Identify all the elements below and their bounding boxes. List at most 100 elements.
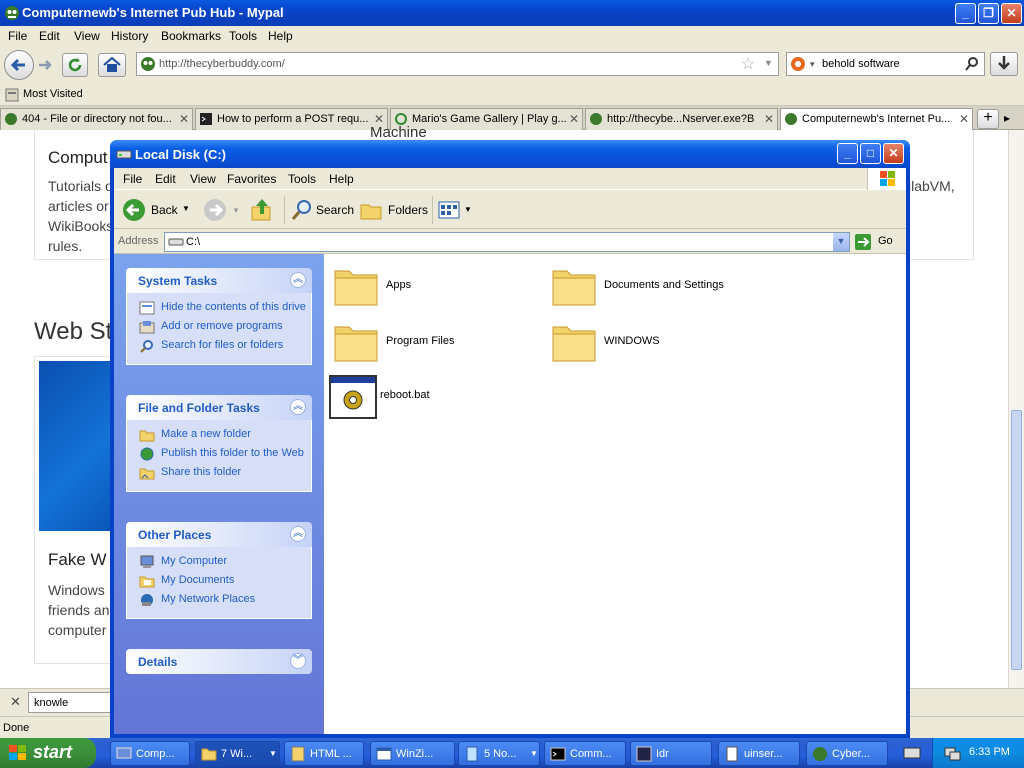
tab-close-icon[interactable]: ✕ <box>764 112 774 126</box>
search-engine-dropdown-icon[interactable]: ▾ <box>810 59 815 70</box>
back-button[interactable] <box>4 50 34 80</box>
find-input[interactable]: knowle <box>28 692 118 713</box>
tab-close-icon[interactable]: ✕ <box>569 112 579 126</box>
tab-post-request[interactable]: How to perform a POST requ... ✕ <box>195 108 388 130</box>
taskbar-item-command-prompt[interactable]: Comm... <box>544 741 626 766</box>
views-button[interactable]: ▼ <box>436 198 472 222</box>
search-engine-icon[interactable] <box>790 56 808 72</box>
my-network-places-link[interactable]: My Network Places <box>137 593 311 606</box>
forward-button[interactable] <box>34 54 56 76</box>
explorer-search-button[interactable]: Search <box>288 196 354 224</box>
search-files-link[interactable]: Search for files or folders <box>137 339 311 353</box>
home-button[interactable] <box>98 53 126 77</box>
back-dropdown-icon[interactable]: ▼ <box>182 204 190 213</box>
up-folder-icon[interactable] <box>250 197 274 223</box>
explorer-maximize-button[interactable]: □ <box>860 143 881 164</box>
folder-apps[interactable]: Apps <box>332 264 542 314</box>
forward-disabled-icon[interactable] <box>203 198 227 222</box>
my-computer-link[interactable]: My Computer <box>137 555 311 568</box>
menu-tools[interactable]: Tools <box>229 29 257 43</box>
taskbar-item-7-windows[interactable]: 7 Wi... ▼ <box>195 741 280 766</box>
tab-nserver-exe[interactable]: http://thecybe...Nserver.exe?B ✕ <box>585 108 778 130</box>
reload-button[interactable] <box>62 53 88 77</box>
tab-404[interactable]: 404 - File or directory not fou... ✕ <box>0 108 193 130</box>
explorer-back-button[interactable]: Back ▼ <box>120 196 190 224</box>
explorer-menu-help[interactable]: Help <box>329 172 354 186</box>
keyboard-tray-icon[interactable] <box>903 745 921 761</box>
url-dropdown-icon[interactable]: ▼ <box>764 58 773 68</box>
taskbar-item-notepad[interactable]: 5 No... ▼ <box>458 741 540 766</box>
firefox-menu-bar: File Edit View History Bookmarks Tools H… <box>0 26 1024 46</box>
explorer-task-pane: System Tasks ︽ Hide the contents of this… <box>114 254 324 734</box>
explorer-title-bar[interactable]: Local Disk (C:) _ □ ✕ <box>110 140 910 168</box>
my-documents-link[interactable]: My Documents <box>137 574 311 588</box>
address-dropdown-icon[interactable]: ▼ <box>833 233 849 251</box>
menu-bookmarks[interactable]: Bookmarks <box>161 29 221 43</box>
search-input[interactable]: behold software <box>822 58 900 70</box>
details-header[interactable]: Details ︾ <box>126 649 312 674</box>
network-tray-icon[interactable] <box>943 744 961 762</box>
explorer-menu-tools[interactable]: Tools <box>288 172 316 186</box>
go-button[interactable]: Go <box>854 232 902 252</box>
search-bar[interactable]: ▾ behold software <box>786 52 985 76</box>
expand-chevron-icon[interactable]: ︾ <box>290 653 306 669</box>
menu-help[interactable]: Help <box>268 29 293 43</box>
start-button[interactable]: start <box>0 738 96 768</box>
most-visited-link[interactable]: Most Visited <box>23 88 83 100</box>
explorer-menu-file[interactable]: File <box>123 172 142 186</box>
tab-computernewb-pub-hub[interactable]: Computernewb's Internet Pu... ✕ <box>780 108 973 131</box>
page-card-image[interactable] <box>39 361 114 531</box>
url-bar[interactable]: http://thecyberbuddy.com/ ☆ ▼ <box>136 52 779 76</box>
firefox-minimize-button[interactable]: _ <box>955 3 976 24</box>
collapse-chevron-icon[interactable]: ︽ <box>290 399 306 415</box>
taskbar-item-comp[interactable]: Comp... <box>110 741 190 766</box>
menu-view[interactable]: View <box>74 29 100 43</box>
collapse-chevron-icon[interactable]: ︽ <box>290 526 306 542</box>
publish-folder-link[interactable]: Publish this folder to the Web <box>137 447 311 461</box>
add-remove-programs-link[interactable]: Add or remove programs <box>137 320 311 334</box>
explorer-menu-favorites[interactable]: Favorites <box>227 172 276 186</box>
folder-documents-and-settings[interactable]: Documents and Settings <box>550 264 760 314</box>
forward-dropdown-icon[interactable]: ▼ <box>232 206 240 215</box>
list-all-tabs-button[interactable]: ▸ <box>1004 111 1010 125</box>
menu-history[interactable]: History <box>111 29 148 43</box>
taskbar-item-cyber[interactable]: Cyber... <box>806 741 888 766</box>
page-scrollbar-thumb[interactable] <box>1011 410 1022 670</box>
collapse-chevron-icon[interactable]: ︽ <box>290 272 306 288</box>
explorer-menu-edit[interactable]: Edit <box>155 172 176 186</box>
make-new-folder-link[interactable]: Make a new folder <box>137 428 311 442</box>
file-folder-tasks-header[interactable]: File and Folder Tasks ︽ <box>126 395 312 420</box>
downloads-button[interactable] <box>990 52 1018 76</box>
explorer-menu-view[interactable]: View <box>190 172 216 186</box>
bookmark-star-icon[interactable]: ☆ <box>741 54 755 74</box>
firefox-title-bar[interactable]: Computernewb's Internet Pub Hub - Mypal … <box>0 0 1024 26</box>
system-tasks-header[interactable]: System Tasks ︽ <box>126 268 312 293</box>
share-folder-link[interactable]: Share this folder <box>137 466 311 480</box>
tab-close-icon[interactable]: ✕ <box>959 112 969 126</box>
explorer-close-button[interactable]: ✕ <box>883 143 904 164</box>
taskbar-item-uinser[interactable]: uinser... <box>718 741 800 766</box>
taskbar-item-winzip[interactable]: WinZi... <box>370 741 455 766</box>
clock[interactable]: 6:33 PM <box>969 746 1010 758</box>
file-reboot-bat[interactable]: reboot.bat <box>328 374 538 424</box>
tab-close-icon[interactable]: ✕ <box>179 112 189 126</box>
firefox-close-button[interactable]: ✕ <box>1001 3 1022 24</box>
explorer-minimize-button[interactable]: _ <box>837 143 858 164</box>
firefox-restore-button[interactable]: ❐ <box>978 3 999 24</box>
folder-program-files[interactable]: Program Files <box>332 320 542 370</box>
search-magnifier-icon[interactable] <box>964 56 980 72</box>
menu-file[interactable]: File <box>8 29 27 43</box>
find-bar-close-icon[interactable]: ✕ <box>10 694 21 710</box>
menu-edit[interactable]: Edit <box>39 29 60 43</box>
page-card-heading[interactable]: Fake W <box>48 550 107 570</box>
address-input[interactable]: C:\ ▼ <box>164 232 850 252</box>
hide-drive-contents-link[interactable]: Hide the contents of this drive <box>137 301 311 315</box>
new-tab-button[interactable]: + <box>977 109 999 129</box>
taskbar-item-idr[interactable]: Idr <box>630 741 712 766</box>
page-scrollbar[interactable] <box>1008 130 1024 688</box>
other-places-header[interactable]: Other Places ︽ <box>126 522 312 547</box>
taskbar-item-html[interactable]: HTML ... <box>284 741 364 766</box>
add-remove-programs-icon <box>139 321 155 334</box>
explorer-folders-button[interactable]: Folders <box>357 196 429 224</box>
folder-windows[interactable]: WINDOWS <box>550 320 760 370</box>
